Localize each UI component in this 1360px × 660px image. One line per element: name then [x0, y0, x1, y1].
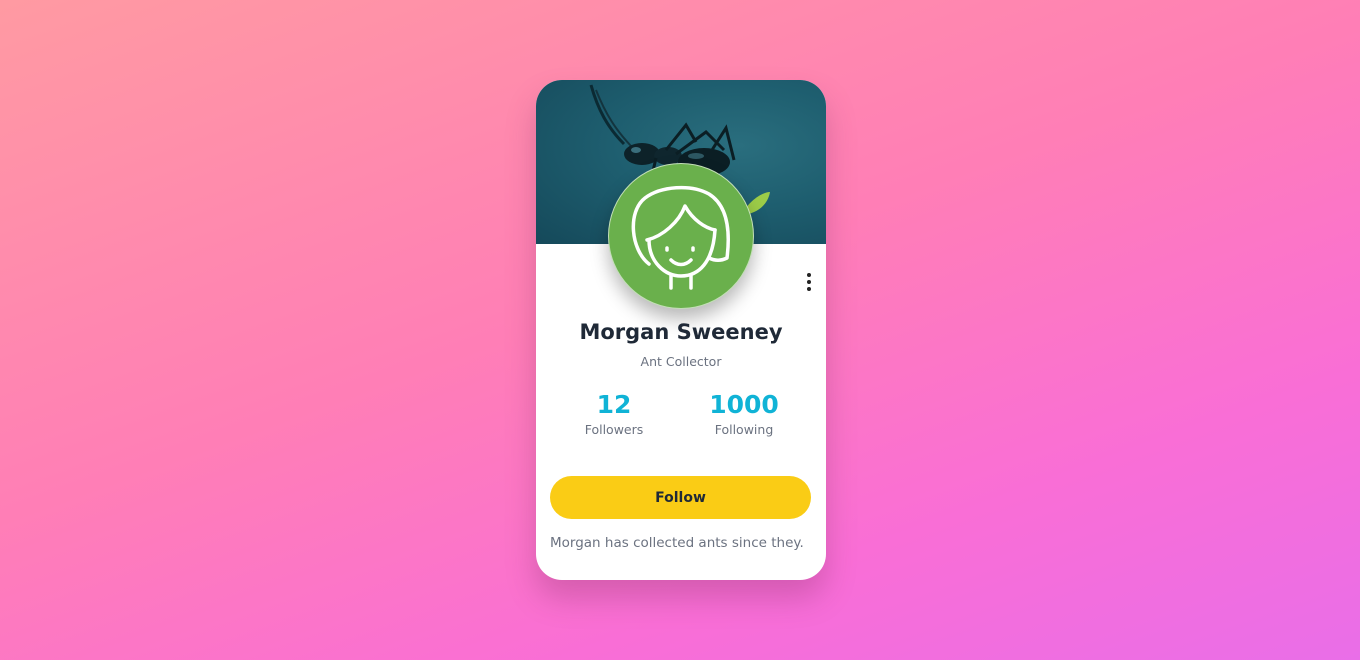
followers-count: 12: [596, 390, 632, 419]
follow-button[interactable]: Follow: [550, 476, 811, 519]
followers-label: Followers: [584, 422, 644, 437]
more-vertical-icon: [799, 273, 819, 291]
profile-title: Ant Collector: [640, 354, 722, 369]
following-count: 1000: [709, 390, 779, 419]
more-options-button[interactable]: [799, 270, 819, 294]
avatar: [608, 163, 754, 309]
profile-name: Morgan Sweeney: [579, 320, 783, 344]
following-stat: 1000 Following: [684, 390, 804, 437]
followers-stat: 12 Followers: [554, 390, 674, 437]
following-label: Following: [714, 422, 774, 437]
profile-bio: Morgan has collected ants since they.: [550, 535, 804, 551]
profile-card: Morgan Sweeney Ant Collector 12 Follower…: [536, 80, 826, 580]
